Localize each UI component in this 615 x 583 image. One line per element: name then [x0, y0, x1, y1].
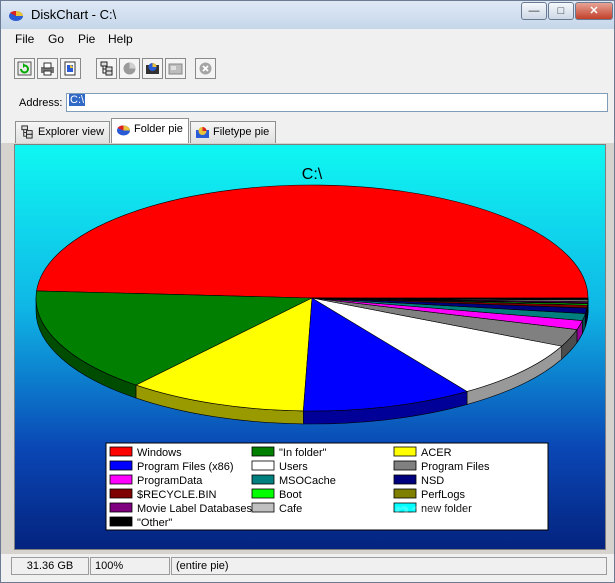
tree-view-button[interactable] [96, 58, 117, 79]
status-zoom: 100% [90, 557, 170, 575]
legend-label: Boot [279, 489, 302, 501]
legend-label: MSOCache [279, 475, 336, 487]
tree-icon [100, 61, 113, 76]
chart-title: C:\ [302, 166, 323, 183]
app-icon [9, 10, 23, 21]
legend-label: ProgramData [137, 475, 203, 487]
legend-swatch [251, 502, 275, 513]
title-bar[interactable]: DiskChart - C:\ — □ ✕ [1, 1, 614, 29]
tab-label: Folder pie [134, 123, 183, 135]
address-label: Address: [19, 97, 63, 109]
filetype-icon [168, 63, 183, 75]
menu-pie[interactable]: Pie [78, 32, 95, 46]
pie-view-button[interactable] [119, 58, 140, 79]
tab-explorer-view[interactable]: Explorer view [15, 121, 110, 143]
pie-icon [117, 125, 130, 136]
legend-label: Movie Label Databases [137, 503, 252, 515]
legend-label: "In folder" [279, 447, 327, 459]
stop-button[interactable] [195, 58, 216, 79]
menu-go[interactable]: Go [48, 32, 64, 46]
legend-swatch [251, 446, 275, 457]
tree-icon [21, 125, 33, 139]
refresh-button[interactable] [14, 58, 35, 79]
legend-swatch [251, 474, 275, 485]
legend-swatch [109, 446, 133, 457]
pie-slice-0[interactable] [36, 184, 589, 299]
legend-swatch [393, 446, 417, 457]
window-title: DiskChart - C:\ [31, 7, 117, 22]
menu-bar: File Go Pie Help [1, 29, 614, 50]
pie-chart-area[interactable]: C:\ Windows "In folder" ACER Program Files (… [14, 144, 606, 550]
close-button[interactable]: ✕ [575, 2, 613, 20]
address-value: C:\ [69, 94, 86, 106]
menu-file[interactable]: File [15, 32, 34, 46]
legend-label: NSD [421, 475, 444, 487]
filetype-icon [196, 127, 209, 138]
toolbar [1, 50, 614, 88]
app-window: DiskChart - C:\ — □ ✕ File Go Pie Help A… [0, 0, 615, 583]
pie-icon [123, 62, 136, 75]
refresh-icon [17, 61, 32, 76]
legend-swatch [109, 474, 133, 485]
legend-label: Windows [137, 447, 182, 459]
legend-swatch [393, 460, 417, 471]
legend-label: Program Files (x86) [137, 461, 234, 473]
menu-help[interactable]: Help [108, 32, 133, 46]
legend-swatch [393, 474, 417, 485]
watermark-text: SnapFiles [376, 496, 499, 526]
address-input[interactable]: C:\ [66, 93, 608, 112]
tab-label: Explorer view [38, 126, 105, 138]
legend-swatch [109, 488, 133, 499]
minimize-button[interactable]: — [521, 2, 547, 20]
legend-label: Program Files [421, 461, 490, 473]
tab-folder-pie[interactable]: Folder pie [111, 118, 189, 143]
legend-label: $RECYCLE.BIN [137, 489, 217, 501]
legend-label: ACER [421, 447, 452, 459]
tab-filetype-pie[interactable]: Filetype pie [190, 121, 276, 143]
filetype-button[interactable] [165, 58, 186, 79]
legend-swatch [109, 502, 133, 513]
tab-label: Filetype pie [213, 126, 270, 138]
export-button[interactable] [60, 58, 81, 79]
legend-swatch [109, 516, 133, 527]
legend-label: "Other" [137, 517, 172, 529]
legend-swatch [251, 460, 275, 471]
status-scope: (entire pie) [171, 557, 607, 575]
stop-icon [199, 62, 212, 75]
legend-label: Cafe [279, 503, 302, 515]
print-icon [41, 62, 54, 76]
pie-chart[interactable]: C:\ Windows "In folder" ACER Program Files (… [15, 145, 605, 549]
folder-pie-icon [146, 63, 159, 74]
maximize-button[interactable]: □ [548, 2, 574, 20]
folder-pie-button[interactable] [142, 58, 163, 79]
export-icon [64, 61, 76, 76]
status-size: 31.36 GB [11, 557, 89, 575]
legend-swatch [109, 460, 133, 471]
print-button[interactable] [37, 58, 58, 79]
legend-swatch [251, 488, 275, 499]
legend-label: Users [279, 461, 308, 473]
